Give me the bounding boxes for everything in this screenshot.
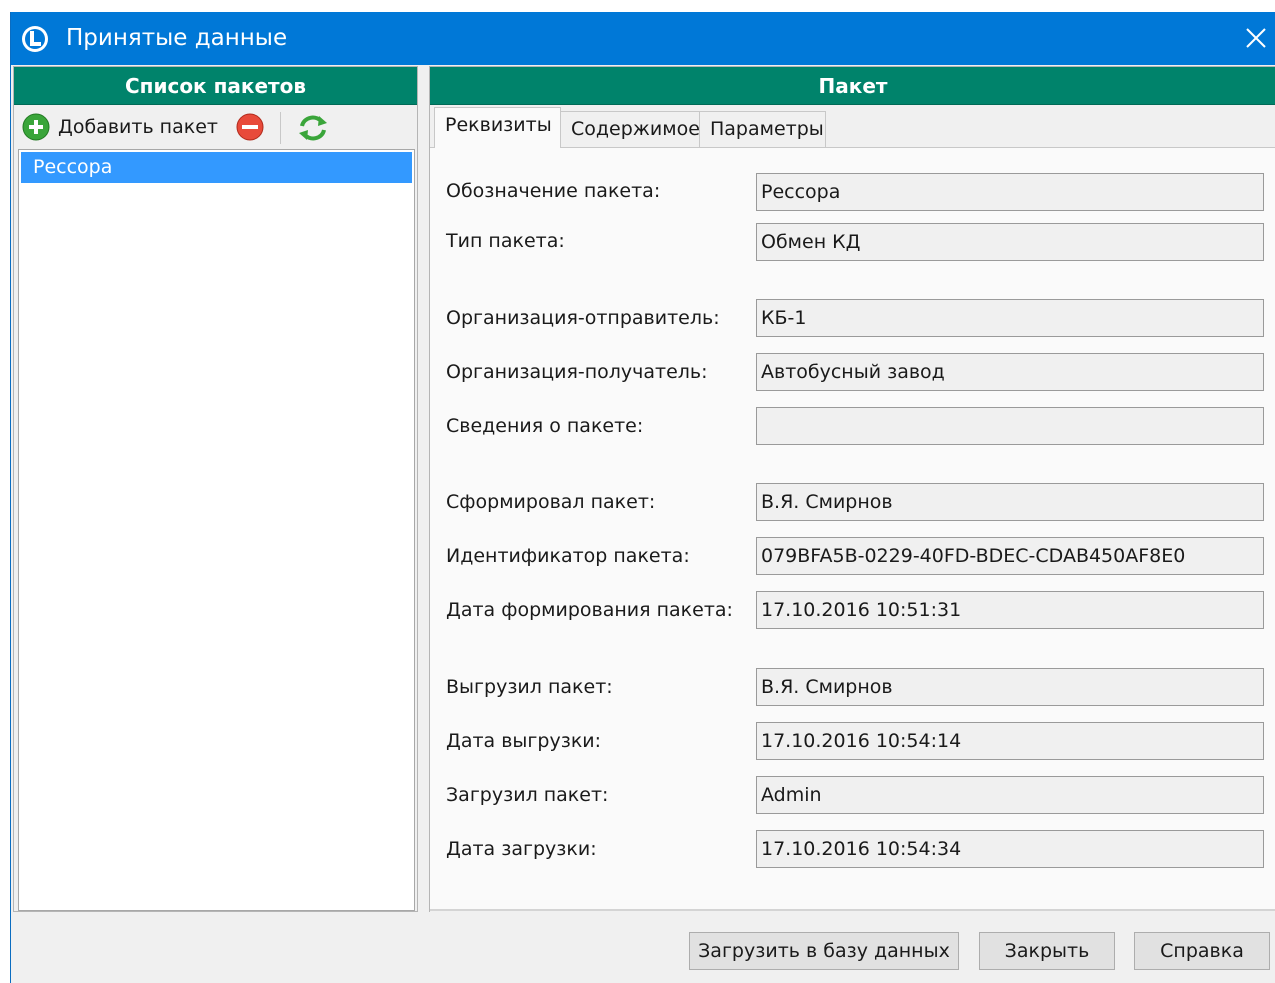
package-type-field[interactable]: Обмен КД xyxy=(756,223,1264,261)
package-info-label: Сведения о пакете: xyxy=(446,415,644,437)
app-logo-icon xyxy=(22,26,48,52)
sender-org-label: Организация-отправитель: xyxy=(446,307,720,329)
remove-package-button[interactable] xyxy=(236,113,266,143)
package-id-label: Идентификатор пакета: xyxy=(446,545,690,567)
receiver-org-field[interactable]: Автобусный завод xyxy=(756,353,1264,391)
tab-parameters[interactable]: Параметры xyxy=(699,111,826,147)
close-button[interactable]: Закрыть xyxy=(979,932,1115,970)
imported-by-label: Загрузил пакет: xyxy=(446,784,609,806)
toolbar-separator xyxy=(280,112,281,144)
load-to-database-button[interactable]: Загрузить в базу данных xyxy=(689,932,959,970)
created-by-label: Сформировал пакет: xyxy=(446,491,656,513)
package-id-field[interactable]: 079BFA5B-0229-40FD-BDEC-CDAB450AF8E0 xyxy=(756,537,1264,575)
add-circle-icon xyxy=(22,113,50,141)
list-item[interactable]: Рессора xyxy=(21,152,412,183)
package-details-panel: Пакет Реквизиты Содержимое Параметры Обо… xyxy=(429,66,1275,912)
package-designation-label: Обозначение пакета: xyxy=(446,180,661,202)
close-icon xyxy=(1246,28,1266,48)
package-type-label: Тип пакета: xyxy=(446,230,565,252)
details-tabs: Реквизиты Содержимое Параметры xyxy=(430,107,1275,148)
package-details-header: Пакет xyxy=(430,67,1275,105)
tab-contents[interactable]: Содержимое xyxy=(560,111,700,147)
refresh-icon xyxy=(299,115,327,141)
created-by-field[interactable]: В.Я. Смирнов xyxy=(756,483,1264,521)
package-info-field[interactable] xyxy=(756,407,1264,445)
dialog-window: Принятые данные Список пакетов Добавить … xyxy=(10,12,1275,983)
package-list-panel: Список пакетов Добавить пакет Рессора xyxy=(13,66,418,912)
refresh-button[interactable] xyxy=(297,113,329,143)
window-title: Принятые данные xyxy=(66,25,288,51)
receiver-org-label: Организация-получатель: xyxy=(446,361,708,383)
package-list[interactable]: Рессора xyxy=(18,149,415,911)
help-button[interactable]: Справка xyxy=(1134,932,1270,970)
requisites-tab-content: Обозначение пакета: Рессора Тип пакета: … xyxy=(430,147,1275,911)
tab-requisites[interactable]: Реквизиты xyxy=(434,107,561,148)
exported-by-field[interactable]: В.Я. Смирнов xyxy=(756,668,1264,706)
export-date-label: Дата выгрузки: xyxy=(446,730,602,752)
package-designation-field[interactable]: Рессора xyxy=(756,173,1264,211)
creation-date-label: Дата формирования пакета: xyxy=(446,599,733,621)
export-date-field[interactable]: 17.10.2016 10:54:14 xyxy=(756,722,1264,760)
remove-circle-icon xyxy=(236,113,264,141)
package-toolbar: Добавить пакет xyxy=(14,106,417,148)
package-list-header: Список пакетов xyxy=(14,67,417,105)
close-window-button[interactable] xyxy=(1236,12,1275,65)
creation-date-field[interactable]: 17.10.2016 10:51:31 xyxy=(756,591,1264,629)
title-bar: Принятые данные xyxy=(11,12,1275,65)
sender-org-field[interactable]: КБ-1 xyxy=(756,299,1264,337)
exported-by-label: Выгрузил пакет: xyxy=(446,676,613,698)
import-date-label: Дата загрузки: xyxy=(446,838,597,860)
add-package-button[interactable]: Добавить пакет xyxy=(22,112,218,142)
add-package-label: Добавить пакет xyxy=(58,116,218,138)
imported-by-field[interactable]: Admin xyxy=(756,776,1264,814)
import-date-field[interactable]: 17.10.2016 10:54:34 xyxy=(756,830,1264,868)
